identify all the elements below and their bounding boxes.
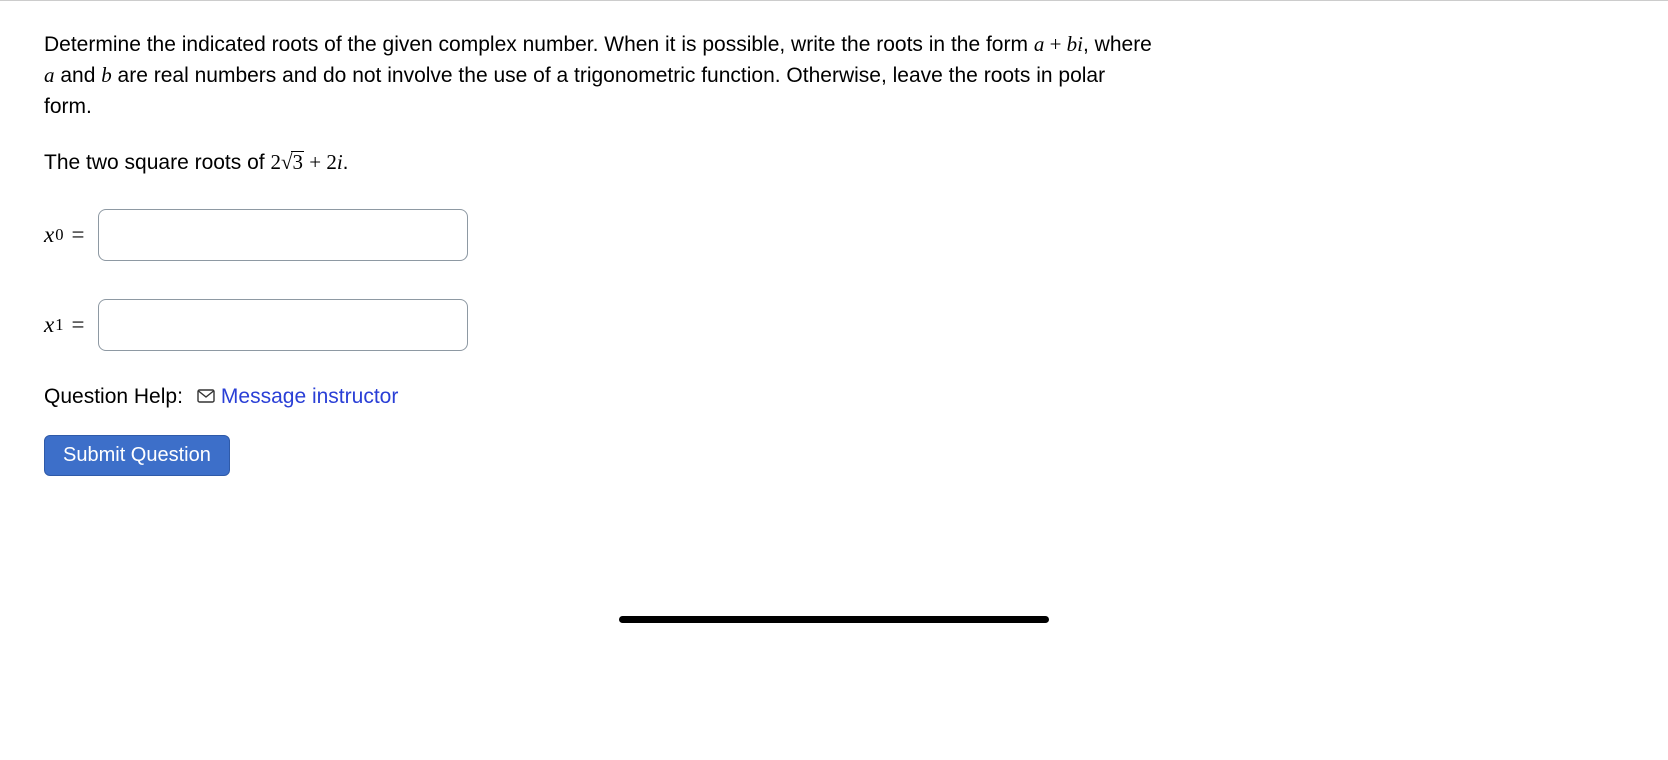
form-bi: bi	[1067, 32, 1083, 56]
answer-input-x1[interactable]	[98, 299, 468, 351]
answer-input-x0[interactable]	[98, 209, 468, 261]
bottom-handle-wrap	[0, 616, 1668, 623]
question-container: Determine the indicated roots of the giv…	[0, 1, 1200, 496]
x1-eq: =	[72, 312, 85, 338]
question-help-label: Question Help:	[44, 385, 183, 409]
x0-eq: =	[72, 222, 85, 248]
var-a: a	[44, 63, 55, 87]
message-instructor-link[interactable]: Message instructor	[197, 385, 398, 409]
prompt-and: and	[55, 64, 102, 87]
prompt-text-3: are real numbers and do not involve the …	[44, 64, 1105, 117]
mail-icon	[197, 385, 215, 409]
x0-var: x	[44, 222, 54, 248]
question-subprompt: The two square roots of 2√3 + 2i.	[44, 150, 1156, 175]
sub-prefix: The two square roots of	[44, 151, 270, 174]
answer-row-x1: x1 =	[44, 299, 1156, 351]
expr-coef2: 2	[326, 150, 337, 174]
expr-period: .	[343, 151, 349, 174]
message-instructor-text: Message instructor	[221, 385, 398, 409]
answer-label-x1: x1 =	[44, 312, 84, 338]
x1-sub: 1	[55, 315, 63, 335]
expr-coef1: 2	[270, 150, 281, 174]
expr-radicand: 3	[291, 151, 304, 173]
x1-var: x	[44, 312, 54, 338]
expr-plus: +	[304, 150, 326, 174]
prompt-text-2: , where	[1083, 33, 1152, 56]
bottom-handle	[619, 616, 1049, 623]
submit-question-button[interactable]: Submit Question	[44, 435, 230, 476]
answer-row-x0: x0 =	[44, 209, 1156, 261]
x0-sub: 0	[55, 225, 63, 245]
var-b: b	[101, 63, 112, 87]
question-prompt: Determine the indicated roots of the giv…	[44, 29, 1156, 122]
answer-label-x0: x0 =	[44, 222, 84, 248]
form-plus: +	[1044, 32, 1066, 56]
form-a: a	[1034, 32, 1045, 56]
prompt-text-1: Determine the indicated roots of the giv…	[44, 33, 1034, 56]
question-help-row: Question Help: Message instructor	[44, 385, 1156, 409]
sqrt-symbol: √3	[281, 150, 304, 175]
